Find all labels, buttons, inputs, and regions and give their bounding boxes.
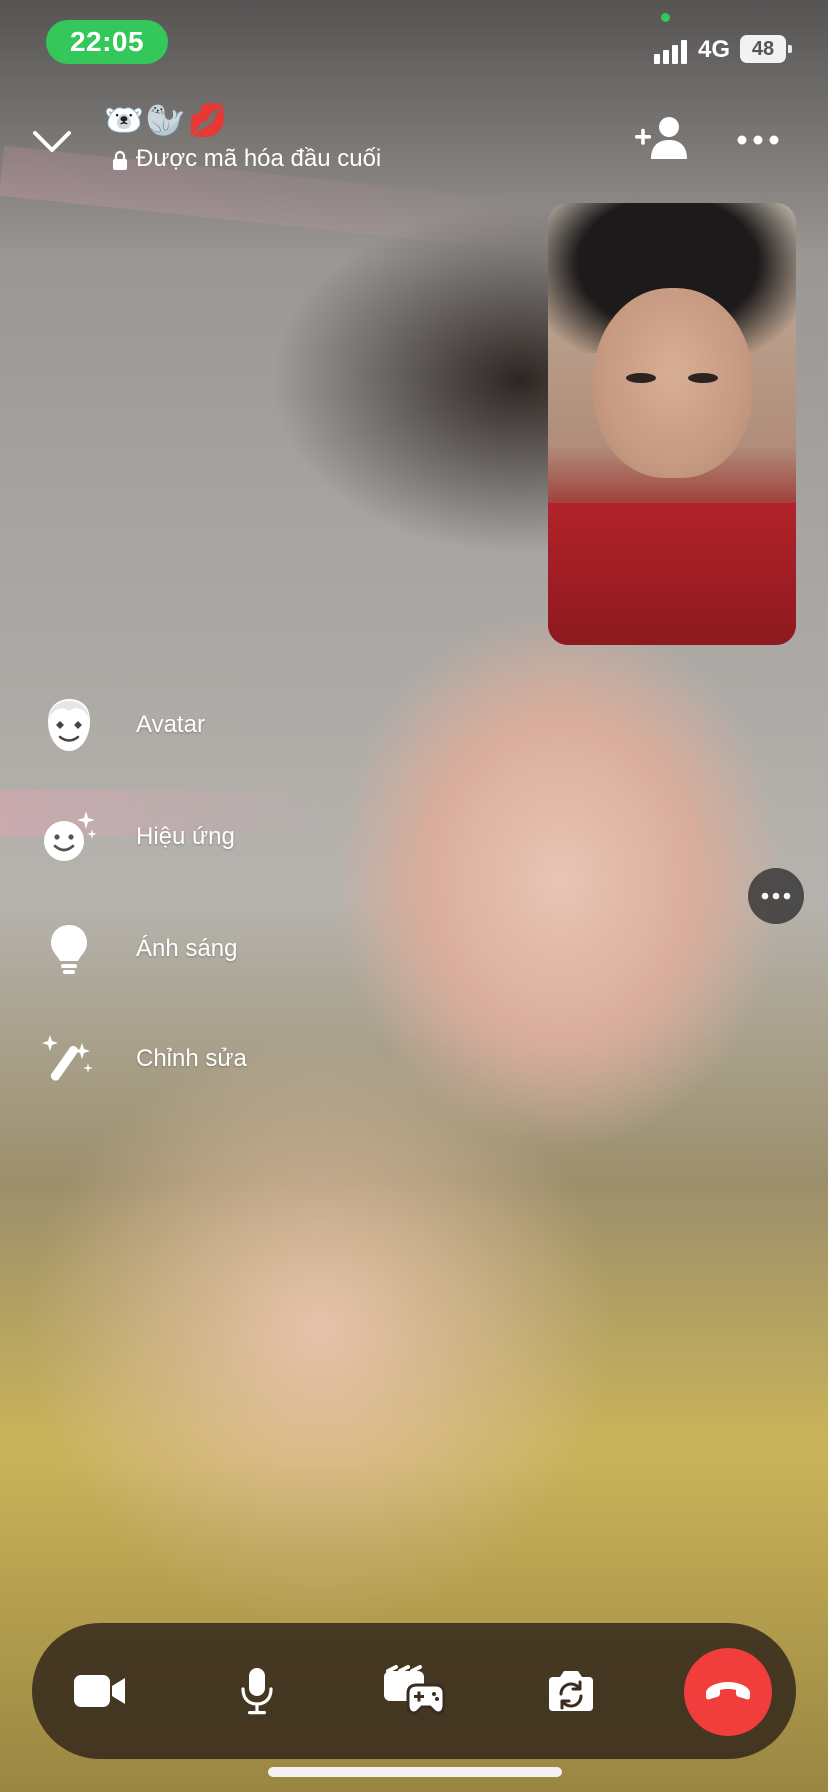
encryption-status: Được mã hóa đầu cuối bbox=[112, 145, 381, 173]
effect-anh-sang-label: Ánh sáng bbox=[136, 935, 238, 962]
flip-camera-icon[interactable] bbox=[526, 1646, 616, 1736]
effect-chinh-sua-label: Chỉnh sửa bbox=[136, 1045, 247, 1072]
effect-anh-sang[interactable]: Ánh sáng bbox=[40, 920, 237, 978]
self-view-video[interactable] bbox=[548, 203, 796, 645]
video-camera-icon[interactable] bbox=[55, 1646, 145, 1736]
effect-chinh-sua[interactable]: Chỉnh sửa bbox=[40, 1030, 247, 1088]
encryption-label: Được mã hóa đầu cuối bbox=[136, 145, 382, 172]
lock-icon bbox=[112, 149, 128, 170]
magic-wand-icon bbox=[40, 1030, 98, 1088]
more-horizontal-icon[interactable] bbox=[732, 120, 784, 160]
effect-hieu-ung[interactable]: Hiệu ứng bbox=[40, 808, 235, 866]
status-time: 22:05 bbox=[46, 20, 168, 64]
effect-hieu-ung-label: Hiệu ứng bbox=[136, 823, 235, 850]
chevron-down-icon[interactable] bbox=[26, 116, 78, 168]
effect-avatar-label: Avatar bbox=[136, 711, 205, 738]
more-options-icon[interactable] bbox=[748, 868, 804, 924]
smiley-sparkle-icon bbox=[40, 808, 98, 866]
pip-eye bbox=[688, 373, 718, 383]
add-person-icon[interactable] bbox=[630, 112, 694, 164]
games-activities-icon[interactable] bbox=[369, 1646, 459, 1736]
end-call-icon bbox=[703, 1679, 753, 1706]
pip-face bbox=[593, 288, 753, 478]
microphone-icon[interactable] bbox=[212, 1646, 302, 1736]
pip-eye bbox=[626, 373, 656, 383]
battery-tip bbox=[788, 45, 792, 53]
pip-shirt bbox=[548, 503, 796, 645]
conversation-title: 🐻‍❄️🦭💋 bbox=[104, 102, 230, 138]
avatar-face-icon bbox=[40, 696, 98, 754]
network-type: 4G bbox=[698, 36, 731, 63]
end-call-button[interactable] bbox=[684, 1648, 772, 1736]
effect-avatar[interactable]: Avatar bbox=[40, 696, 205, 754]
video-call-screen: 22:05 4G 48 🐻‍❄️🦭💋 Được mã hóa đầu cuối bbox=[0, 0, 828, 1792]
signal-icon bbox=[654, 38, 690, 64]
battery-icon: 48 bbox=[740, 35, 786, 63]
home-indicator[interactable] bbox=[268, 1767, 562, 1777]
lightbulb-icon bbox=[40, 920, 98, 978]
camera-in-use-indicator bbox=[661, 13, 670, 22]
